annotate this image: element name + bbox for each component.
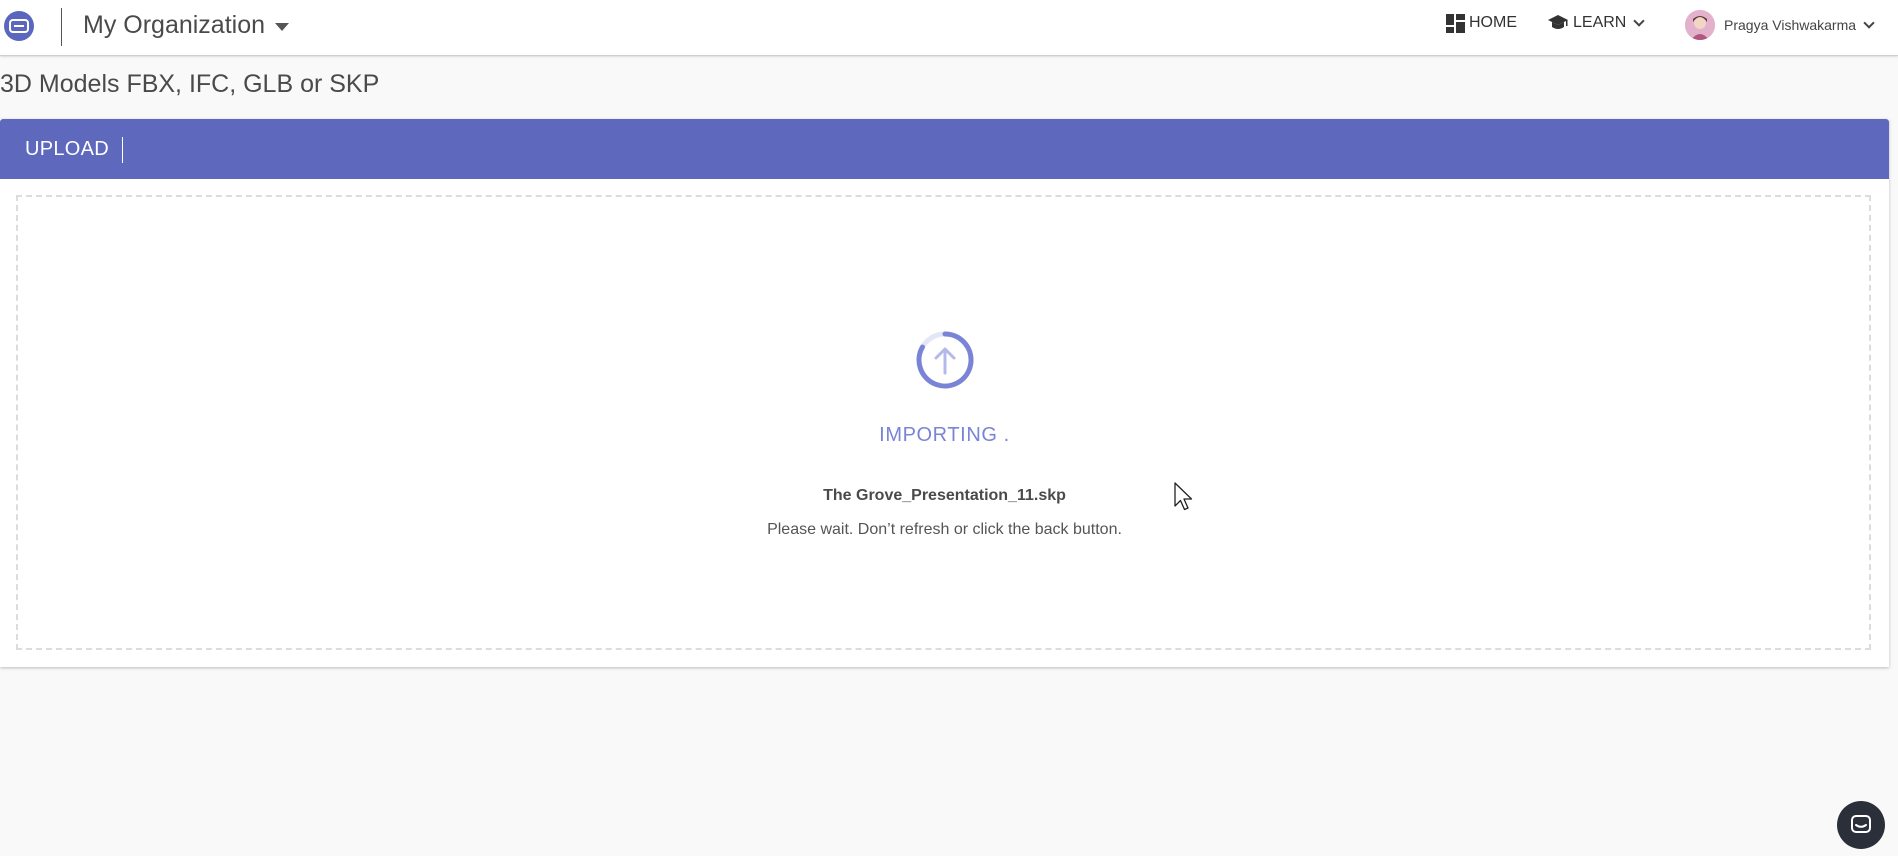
tab-upload[interactable]: UPLOAD — [25, 119, 109, 179]
nav-learn-menu[interactable]: LEARN — [1547, 10, 1646, 36]
chat-icon — [1851, 815, 1871, 833]
user-name: Pragya Vishwakarma — [1724, 17, 1857, 33]
top-navbar: My Organization HOME LEARN Pragya Vishwa… — [0, 0, 1898, 56]
import-status: IMPORTING . — [879, 424, 1010, 446]
caret-down-icon — [275, 23, 290, 31]
mouse-cursor-icon — [1174, 482, 1193, 511]
nav-home-link[interactable]: HOME — [1446, 10, 1517, 36]
upload-dropzone[interactable] — [16, 195, 1871, 650]
organization-name: My Organization — [83, 10, 266, 39]
chat-launcher-button[interactable] — [1837, 801, 1885, 849]
nav-home-label: HOME — [1469, 14, 1517, 31]
chevron-down-icon — [1863, 17, 1875, 29]
user-menu[interactable]: Pragya Vishwakarma — [1685, 9, 1875, 41]
tab-divider — [122, 137, 123, 163]
upload-card: UPLOAD — [0, 119, 1889, 667]
logo-divider — [61, 8, 62, 46]
upload-card-header: UPLOAD — [0, 119, 1889, 179]
import-file-name: The Grove_Presentation_11.skp — [823, 487, 1066, 504]
upload-progress-icon — [916, 331, 974, 389]
grid-icon — [1446, 13, 1465, 33]
nav-learn-label: LEARN — [1573, 14, 1627, 31]
graduation-cap-icon — [1547, 14, 1569, 32]
logo-icon[interactable] — [4, 11, 34, 41]
page-title: 3D Models FBX, IFC, GLB or SKP — [0, 70, 380, 98]
chevron-down-icon — [1633, 15, 1646, 27]
organization-switcher[interactable]: My Organization — [83, 8, 290, 42]
avatar — [1685, 10, 1715, 40]
import-hint: Please wait. Don’t refresh or click the … — [767, 521, 1122, 538]
